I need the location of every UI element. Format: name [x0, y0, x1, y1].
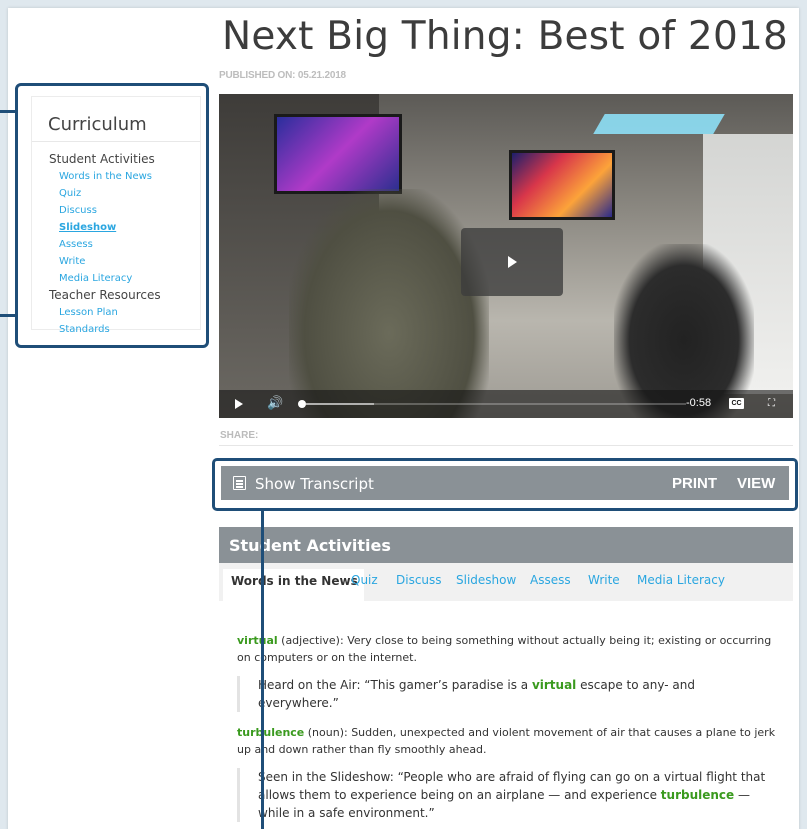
sidebar-item-media-literacy[interactable]: Media Literacy [49, 270, 161, 287]
section-heading-teacher-resources: Teacher Resources [49, 288, 161, 302]
activity-tabs: Words in the News Quiz Discuss Slideshow… [219, 563, 793, 601]
part-of-speech: (adjective): [277, 634, 348, 647]
sidebar-item-quiz[interactable]: Quiz [49, 185, 161, 202]
big-play-button[interactable] [461, 228, 563, 296]
time-remaining: -0:58 [686, 397, 712, 409]
sidebar-item-write[interactable]: Write [49, 253, 161, 270]
list-icon [233, 476, 246, 490]
play-icon[interactable] [235, 399, 243, 409]
sidebar-item-slideshow[interactable]: Slideshow [49, 219, 161, 236]
sidebar-item-discuss[interactable]: Discuss [49, 202, 161, 219]
sidebar-item-lesson-plan[interactable]: Lesson Plan [49, 304, 161, 321]
quote-text: Heard on the Air: “This gamer’s paradise… [258, 678, 532, 692]
transcript-callout: Show Transcript PRINT VIEW [212, 458, 798, 511]
share-label: SHARE: [220, 430, 259, 441]
fullscreen-icon[interactable]: ⛶ [768, 398, 779, 409]
view-button[interactable]: VIEW [737, 475, 775, 492]
callout-connector [0, 110, 15, 113]
play-icon [507, 256, 517, 268]
tab-slideshow[interactable]: Slideshow [456, 573, 516, 587]
published-date: PUBLISHED ON: 05.21.2018 [219, 70, 346, 81]
callout-connector [261, 511, 264, 829]
tab-discuss[interactable]: Discuss [396, 573, 442, 587]
word-definition: turbulence (noun): Sudden, unexpected an… [237, 724, 777, 758]
words-content: virtual (adjective): Very close to being… [237, 632, 777, 829]
curriculum-callout: Curriculum Student Activities Words in t… [15, 83, 209, 348]
curriculum-panel: Curriculum Student Activities Words in t… [31, 96, 201, 335]
video-scene [274, 114, 402, 194]
video-scene [289, 189, 489, 418]
curriculum-list: Student Activities Words in the News Qui… [49, 151, 161, 338]
divider [219, 445, 793, 446]
tab-media-literacy[interactable]: Media Literacy [637, 573, 725, 587]
show-transcript-button[interactable]: Show Transcript [255, 475, 374, 493]
video-player[interactable]: 🔊 -0:58 CC ⛶ [219, 94, 793, 418]
transcript-bar: Show Transcript PRINT VIEW [221, 466, 789, 500]
tab-quiz[interactable]: Quiz [351, 573, 378, 587]
buffer-bar [306, 403, 375, 405]
word-definition: virtual (adjective): Very close to being… [237, 632, 777, 666]
tab-words-in-the-news[interactable]: Words in the News [223, 569, 364, 601]
video-scene [593, 114, 725, 134]
print-button[interactable]: PRINT [672, 475, 717, 492]
volume-icon[interactable]: 🔊 [267, 395, 283, 411]
quote-term: turbulence [660, 788, 735, 802]
callout-connector [0, 314, 15, 317]
word-quote: Seen in the Slideshow: “People who are a… [237, 768, 777, 822]
tab-assess[interactable]: Assess [530, 573, 571, 587]
sidebar-item-assess[interactable]: Assess [49, 236, 161, 253]
video-scene [509, 150, 615, 220]
student-activities-header: Student Activities [219, 527, 793, 563]
vocab-term: turbulence [237, 726, 305, 739]
sidebar-item-standards[interactable]: Standards [49, 321, 161, 338]
divider [32, 141, 200, 142]
captions-button[interactable]: CC [729, 398, 744, 409]
section-heading-student-activities: Student Activities [49, 152, 155, 166]
curriculum-title: Curriculum [48, 114, 147, 135]
progress-handle[interactable] [298, 400, 306, 408]
vocab-term: virtual [237, 634, 278, 647]
video-controls: 🔊 -0:58 CC ⛶ [219, 390, 793, 418]
student-activities-title: Student Activities [229, 536, 391, 555]
word-quote: Heard on the Air: “This gamer’s paradise… [237, 676, 777, 712]
quote-term: virtual [531, 678, 577, 692]
page-title: Next Big Thing: Best of 2018 [222, 14, 788, 59]
tab-write[interactable]: Write [588, 573, 620, 587]
sidebar-item-words-in-the-news[interactable]: Words in the News [49, 168, 161, 185]
part-of-speech: (noun): [304, 726, 352, 739]
progress-bar[interactable] [306, 403, 686, 405]
